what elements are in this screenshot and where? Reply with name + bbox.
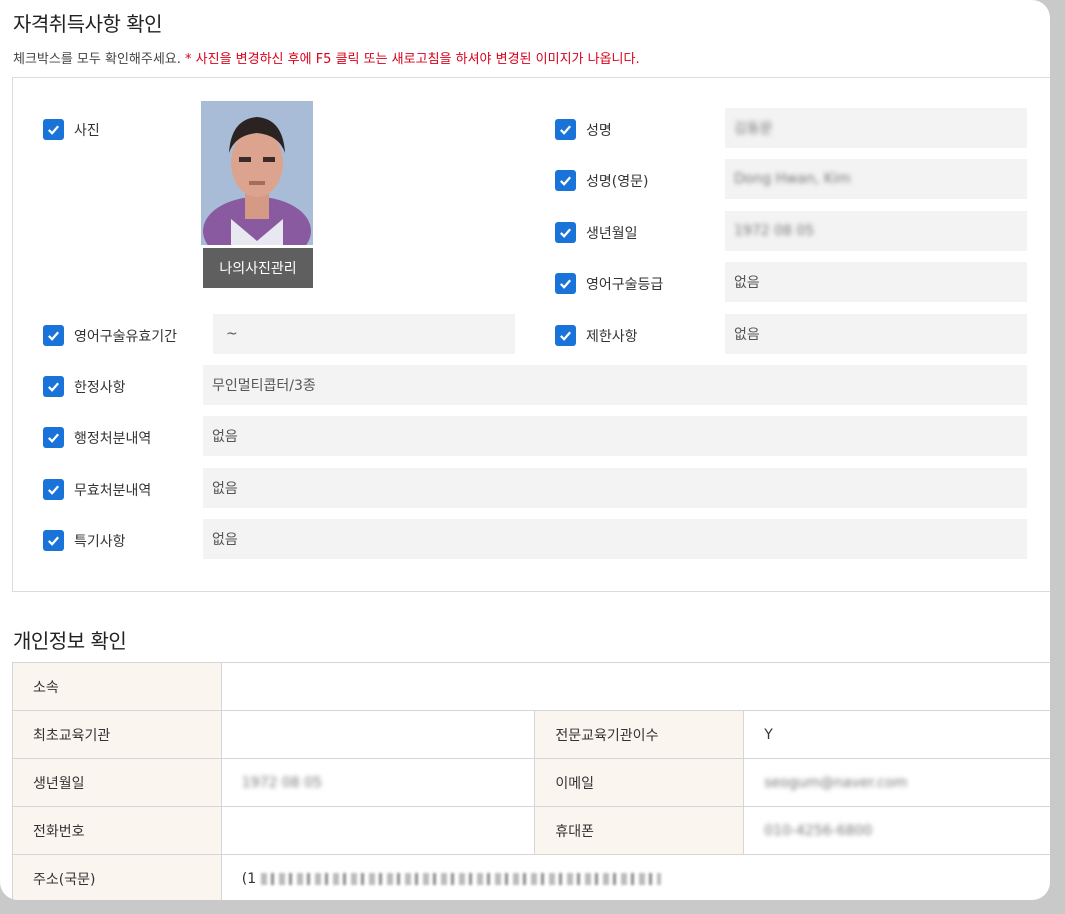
email-value: seogum@naver.com: [764, 774, 908, 791]
table-row: 생년월일 1972 08 05 이메일 seogum@naver.com: [12, 758, 1050, 807]
check-icon: [48, 536, 60, 546]
special-note-field: 없음: [203, 519, 1027, 559]
mobile-label: 휴대폰: [534, 806, 745, 855]
profile-photo: [201, 101, 313, 245]
special-note-value: 없음: [212, 532, 238, 548]
english-grade-field: 없음: [725, 262, 1027, 302]
address-redacted: [260, 872, 661, 885]
my-photo-manage-button[interactable]: 나의사진관리: [203, 248, 313, 288]
admin-action-check-row: 행정처분내역: [43, 427, 151, 448]
name-label: 성명: [586, 122, 612, 139]
notice-warning: * 사진을 변경하신 후에 F5 클릭 또는 새로고침을 하셔야 변경된 이미지…: [185, 52, 640, 67]
limitation-check-row: 한정사항: [43, 376, 126, 397]
check-icon: [560, 331, 572, 341]
english-grade-value: 없음: [734, 275, 760, 291]
birth-label: 생년월일: [12, 758, 222, 807]
personal-info-table: 소속 최초교육기관 전문교육기관이수 Y 생년월일 1972 08 05 이메일…: [12, 662, 1050, 900]
invalidation-label: 무효처분내역: [74, 482, 152, 499]
english-name-label: 성명(영문): [586, 173, 649, 190]
check-icon: [48, 382, 60, 392]
admin-action-label: 행정처분내역: [74, 430, 152, 447]
first-edu-value: [220, 710, 536, 759]
english-period-check-row: 영어구술유효기간: [43, 325, 177, 346]
english-name-check-row: 성명(영문): [555, 170, 648, 191]
name-check-row: 성명: [555, 119, 612, 140]
first-edu-label: 최초교육기관: [12, 710, 222, 759]
main-panel: 자격취득사항 확인 체크박스를 모두 확인해주세요. * 사진을 변경하신 후에…: [0, 0, 1050, 900]
table-row: 주소(국문) (1: [12, 854, 1050, 900]
phone-label: 전화번호: [12, 806, 222, 855]
check-icon: [48, 485, 60, 495]
restriction-value: 없음: [734, 327, 760, 343]
special-note-check-row: 특기사항: [43, 530, 126, 551]
english-grade-label: 영어구술등급: [586, 276, 664, 293]
phone-value: [220, 806, 536, 855]
english-name-value: Dong Hwan, Kim: [734, 171, 851, 187]
invalidation-field: 없음: [203, 468, 1027, 508]
email-label: 이메일: [534, 758, 745, 807]
english-period-field: ~: [213, 314, 515, 354]
english-period-value: ~: [226, 326, 238, 342]
restriction-check-row: 제한사항: [555, 325, 638, 346]
invalidation-check-row: 무효처분내역: [43, 479, 151, 500]
check-icon: [48, 331, 60, 341]
limitation-label: 한정사항: [74, 379, 126, 396]
pro-edu-label: 전문교육기관이수: [534, 710, 745, 759]
photo-checkbox[interactable]: [43, 119, 64, 140]
birth-cell: 1972 08 05: [220, 758, 536, 807]
invalidation-checkbox[interactable]: [43, 479, 64, 500]
birthdate-label: 생년월일: [586, 225, 638, 242]
special-note-label: 특기사항: [74, 533, 126, 550]
english-grade-check-row: 영어구술등급: [555, 273, 663, 294]
check-icon: [560, 228, 572, 238]
english-name-checkbox[interactable]: [555, 170, 576, 191]
name-checkbox[interactable]: [555, 119, 576, 140]
section-title-personal: 개인정보 확인: [13, 629, 127, 653]
english-period-checkbox[interactable]: [43, 325, 64, 346]
affiliation-value: [220, 662, 1050, 711]
limitation-checkbox[interactable]: [43, 376, 64, 397]
check-icon: [48, 125, 60, 135]
admin-action-checkbox[interactable]: [43, 427, 64, 448]
check-icon: [48, 433, 60, 443]
address-label: 주소(국문): [12, 854, 222, 900]
table-row: 전화번호 휴대폰 010-4256-6800: [12, 806, 1050, 855]
address-value: (1: [241, 870, 257, 887]
email-cell: seogum@naver.com: [743, 758, 1050, 807]
pro-edu-value: Y: [743, 710, 1050, 759]
limitation-field: 무인멀티콥터/3종: [203, 365, 1027, 405]
name-value: 김동문: [734, 121, 773, 137]
special-note-checkbox[interactable]: [43, 530, 64, 551]
admin-action-value: 없음: [212, 429, 238, 445]
name-field: 김동문: [725, 108, 1027, 148]
birthdate-value: 1972 08 05: [734, 223, 815, 239]
restriction-checkbox[interactable]: [555, 325, 576, 346]
invalidation-value: 없음: [212, 481, 238, 497]
english-grade-checkbox[interactable]: [555, 273, 576, 294]
section-title-qualification: 자격취득사항 확인: [13, 12, 163, 36]
table-row: 소속: [12, 662, 1050, 711]
limitation-value: 무인멀티콥터/3종: [212, 378, 316, 394]
photo-label: 사진: [74, 122, 100, 139]
photo-check-row: 사진: [43, 119, 100, 140]
table-row: 최초교육기관 전문교육기관이수 Y: [12, 710, 1050, 759]
notice-prefix: 체크박스를 모두 확인해주세요.: [13, 52, 181, 67]
check-icon: [560, 279, 572, 289]
english-name-field: Dong Hwan, Kim: [725, 159, 1027, 199]
english-period-label: 영어구술유효기간: [74, 328, 178, 345]
birth-value: 1972 08 05: [241, 774, 322, 791]
mobile-cell: 010-4256-6800: [743, 806, 1050, 855]
check-icon: [560, 125, 572, 135]
check-icon: [560, 176, 572, 186]
mobile-value: 010-4256-6800: [764, 822, 873, 839]
admin-action-field: 없음: [203, 416, 1027, 456]
birthdate-check-row: 생년월일: [555, 222, 638, 243]
affiliation-label: 소속: [12, 662, 222, 711]
notice-text: 체크박스를 모두 확인해주세요. * 사진을 변경하신 후에 F5 클릭 또는 …: [13, 48, 640, 67]
birthdate-field: 1972 08 05: [725, 211, 1027, 251]
restriction-label: 제한사항: [586, 328, 638, 345]
restriction-field: 없음: [725, 314, 1027, 354]
address-cell: (1: [220, 854, 1050, 900]
birthdate-checkbox[interactable]: [555, 222, 576, 243]
